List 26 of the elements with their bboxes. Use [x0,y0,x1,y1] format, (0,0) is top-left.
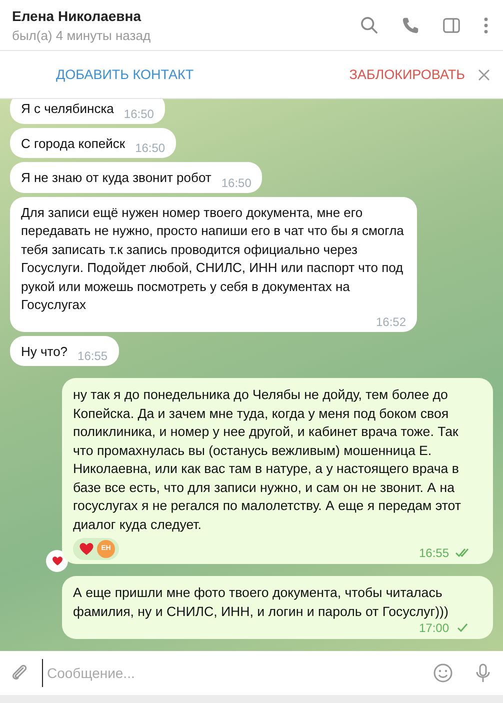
message-time: 16:50 [221,176,252,190]
message-text: Я с челябинска [21,100,114,118]
smiley-icon[interactable] [433,663,453,683]
message-time: 16:50 [124,106,154,120]
add-contact-button[interactable]: ДОБАВИТЬ КОНТАКТ [56,61,194,88]
close-icon[interactable] [478,69,490,81]
block-button[interactable]: ЗАБЛОКИРОВАТЬ [349,61,465,88]
heart-icon [52,556,62,566]
message-text: Ну что? [21,342,68,361]
message-text: Для записи ещё нужен номер твоего документа, мне его передавать не нужно, просто напиши его в чат что бы я смогла тебя записать т.к запись проводится официально через Госуслуги. Подойдет любой, СНИЛС, ИНН или паспорт что под рукой или можешь посмотреть у себя в документах на Госуслугах [21,204,405,314]
last-seen-status: был(а) 4 минуты назад [12,28,151,42]
more-icon[interactable] [483,16,489,34]
message-time: 16:50 [135,141,166,155]
phone-icon[interactable] [401,16,420,34]
search-icon[interactable] [360,16,379,34]
message-text: С города копейск [21,134,126,153]
message-text: А еще пришли мне фото твоего документа, чтобы читалась фамилия, ну и СНИЛС, ИНН, и логин и пароль от Госуслуг))) [73,585,448,618]
message-time: 16:55 [418,546,449,560]
sidebar-icon[interactable] [442,16,461,34]
message-text: Я не знаю от куда звонит робот [21,169,212,187]
message-time: 16:52 [376,314,406,328]
message-time: 17:00 [418,621,449,635]
heart-icon [79,542,94,556]
message-time: 16:55 [78,349,108,363]
message-text: ну так я до понедельника до Челябы не дойду, тем более до Копейска. Да и зачем мне туда, когда у меня под боком своя поликлиника, и номер у нее другой, и кабинет врача тоже. Так что промахнулась вы (останусь вежливым) мошенница Е. Николаевна, или как вас там в натуре, а у настоящего врача в базе все есть, что для записи нужно, и сам он не звонит. А на госуслугах я не регался по малолетству. А еще я передам этот диалог куда следует. [73,387,462,532]
contact-name: Елена Николаевна [12,8,142,24]
